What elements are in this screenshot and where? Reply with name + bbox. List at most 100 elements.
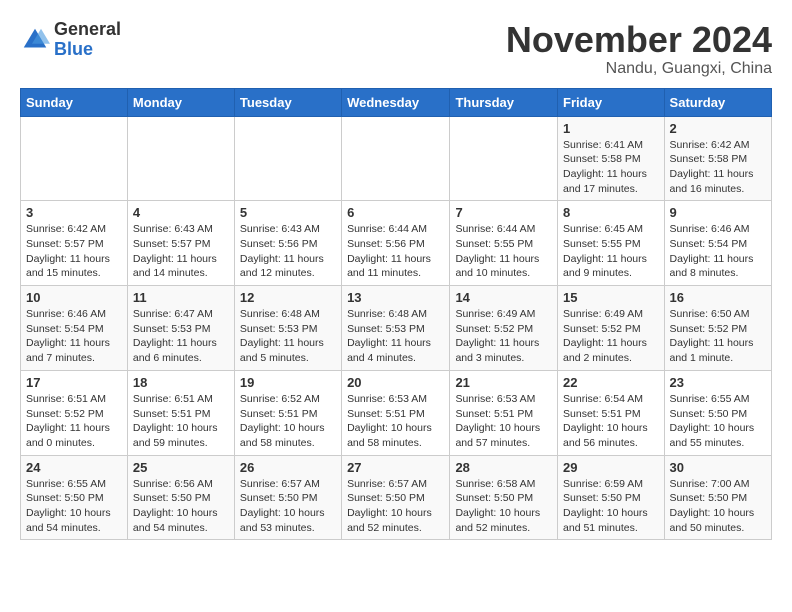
calendar-cell: 4Sunrise: 6:43 AM Sunset: 5:57 PM Daylig… (127, 201, 234, 286)
calendar-cell: 8 Sunrise: 6:45 AM Sunset: 5:55 PM Daylig… (558, 201, 665, 286)
day-info: Sunrise: 6:52 AM Sunset: 5:51 PM Dayligh… (240, 392, 336, 451)
day-number: 17 (26, 375, 122, 390)
day-info: Sunrise: 6:47 AM Sunset: 5:53 PM Dayligh… (133, 307, 229, 366)
calendar-cell (127, 116, 234, 201)
day-info: Sunrise: 6:44 AM Sunset: 5:56 PM Dayligh… (347, 222, 444, 281)
calendar-week-row: 1 Sunrise: 6:41 AM Sunset: 5:58 PM Daylig… (21, 116, 772, 201)
logo-blue: Blue (54, 39, 93, 59)
day-info: Sunrise: 6:55 AM Sunset: 5:50 PM Dayligh… (26, 477, 122, 536)
day-number: 20 (347, 375, 444, 390)
logo: General Blue (20, 20, 121, 60)
day-number: 3 (26, 205, 122, 220)
calendar-cell: 15 Sunrise: 6:49 AM Sunset: 5:52 PM Dayli… (558, 286, 665, 371)
day-info: Sunrise: 6:49 AM Sunset: 5:52 PM Dayligh… (455, 307, 552, 366)
logo-icon (20, 25, 50, 55)
day-info: Sunrise: 6:53 AM Sunset: 5:51 PM Dayligh… (347, 392, 444, 451)
day-number: 29 (563, 460, 659, 475)
day-number: 30 (670, 460, 766, 475)
day-info: Sunrise: 6:43 AM Sunset: 5:56 PM Dayligh… (240, 222, 336, 281)
day-number: 4 (133, 205, 229, 220)
logo-general: General (54, 19, 121, 39)
day-of-week-header: Wednesday (342, 88, 450, 116)
day-number: 11 (133, 290, 229, 305)
day-info: Sunrise: 6:42 AM Sunset: 5:57 PM Dayligh… (26, 222, 122, 281)
calendar-cell: 18 Sunrise: 6:51 AM Sunset: 5:51 PM Dayli… (127, 370, 234, 455)
day-number: 12 (240, 290, 336, 305)
calendar-cell: 10Sunrise: 6:46 AM Sunset: 5:54 PM Dayli… (21, 286, 128, 371)
day-number: 18 (133, 375, 229, 390)
day-info: Sunrise: 6:51 AM Sunset: 5:52 PM Dayligh… (26, 392, 122, 451)
day-info: Sunrise: 6:46 AM Sunset: 5:54 PM Dayligh… (26, 307, 122, 366)
day-info: Sunrise: 6:48 AM Sunset: 5:53 PM Dayligh… (240, 307, 336, 366)
day-info: Sunrise: 6:57 AM Sunset: 5:50 PM Dayligh… (347, 477, 444, 536)
day-number: 14 (455, 290, 552, 305)
day-info: Sunrise: 6:45 AM Sunset: 5:55 PM Dayligh… (563, 222, 659, 281)
day-number: 2 (670, 121, 766, 136)
day-number: 6 (347, 205, 444, 220)
day-number: 27 (347, 460, 444, 475)
day-info: Sunrise: 7:00 AM Sunset: 5:50 PM Dayligh… (670, 477, 766, 536)
day-of-week-header: Saturday (664, 88, 771, 116)
day-info: Sunrise: 6:56 AM Sunset: 5:50 PM Dayligh… (133, 477, 229, 536)
calendar-cell: 22 Sunrise: 6:54 AM Sunset: 5:51 PM Dayli… (558, 370, 665, 455)
location: Nandu, Guangxi, China (506, 60, 772, 78)
day-number: 25 (133, 460, 229, 475)
calendar-cell: 27 Sunrise: 6:57 AM Sunset: 5:50 PM Dayli… (342, 455, 450, 540)
month-title: November 2024 (506, 20, 772, 60)
day-info: Sunrise: 6:49 AM Sunset: 5:52 PM Dayligh… (563, 307, 659, 366)
calendar-cell (234, 116, 341, 201)
calendar-cell: 21 Sunrise: 6:53 AM Sunset: 5:51 PM Dayli… (450, 370, 558, 455)
day-number: 8 (563, 205, 659, 220)
calendar-cell (21, 116, 128, 201)
day-number: 13 (347, 290, 444, 305)
day-info: Sunrise: 6:53 AM Sunset: 5:51 PM Dayligh… (455, 392, 552, 451)
day-number: 19 (240, 375, 336, 390)
calendar-cell: 12 Sunrise: 6:48 AM Sunset: 5:53 PM Dayli… (234, 286, 341, 371)
calendar-cell: 24 Sunrise: 6:55 AM Sunset: 5:50 PM Dayli… (21, 455, 128, 540)
calendar-cell: 23 Sunrise: 6:55 AM Sunset: 5:50 PM Dayli… (664, 370, 771, 455)
day-info: Sunrise: 6:50 AM Sunset: 5:52 PM Dayligh… (670, 307, 766, 366)
day-info: Sunrise: 6:51 AM Sunset: 5:51 PM Dayligh… (133, 392, 229, 451)
calendar-cell: 30 Sunrise: 7:00 AM Sunset: 5:50 PM Dayli… (664, 455, 771, 540)
day-info: Sunrise: 6:42 AM Sunset: 5:58 PM Dayligh… (670, 138, 766, 197)
calendar-cell: 19 Sunrise: 6:52 AM Sunset: 5:51 PM Dayli… (234, 370, 341, 455)
day-number: 21 (455, 375, 552, 390)
day-info: Sunrise: 6:46 AM Sunset: 5:54 PM Dayligh… (670, 222, 766, 281)
calendar-cell: 13Sunrise: 6:48 AM Sunset: 5:53 PM Dayli… (342, 286, 450, 371)
day-number: 23 (670, 375, 766, 390)
day-of-week-header: Friday (558, 88, 665, 116)
day-of-week-header: Sunday (21, 88, 128, 116)
day-info: Sunrise: 6:57 AM Sunset: 5:50 PM Dayligh… (240, 477, 336, 536)
calendar-table: SundayMondayTuesdayWednesdayThursdayFrid… (20, 88, 772, 541)
day-info: Sunrise: 6:54 AM Sunset: 5:51 PM Dayligh… (563, 392, 659, 451)
calendar-cell: 2 Sunrise: 6:42 AM Sunset: 5:58 PM Daylig… (664, 116, 771, 201)
day-info: Sunrise: 6:41 AM Sunset: 5:58 PM Dayligh… (563, 138, 659, 197)
day-number: 24 (26, 460, 122, 475)
calendar-cell: 17 Sunrise: 6:51 AM Sunset: 5:52 PM Dayli… (21, 370, 128, 455)
day-info: Sunrise: 6:59 AM Sunset: 5:50 PM Dayligh… (563, 477, 659, 536)
calendar-cell: 7 Sunrise: 6:44 AM Sunset: 5:55 PM Daylig… (450, 201, 558, 286)
day-number: 22 (563, 375, 659, 390)
calendar-cell: 9Sunrise: 6:46 AM Sunset: 5:54 PM Daylig… (664, 201, 771, 286)
logo-text: General Blue (54, 20, 121, 60)
calendar-cell: 3 Sunrise: 6:42 AM Sunset: 5:57 PM Daylig… (21, 201, 128, 286)
calendar-header-row: SundayMondayTuesdayWednesdayThursdayFrid… (21, 88, 772, 116)
page-header: General Blue November 2024 Nandu, Guangx… (20, 20, 772, 78)
calendar-week-row: 10Sunrise: 6:46 AM Sunset: 5:54 PM Dayli… (21, 286, 772, 371)
title-area: November 2024 Nandu, Guangxi, China (506, 20, 772, 78)
day-number: 7 (455, 205, 552, 220)
calendar-cell: 25 Sunrise: 6:56 AM Sunset: 5:50 PM Dayli… (127, 455, 234, 540)
day-number: 15 (563, 290, 659, 305)
day-info: Sunrise: 6:55 AM Sunset: 5:50 PM Dayligh… (670, 392, 766, 451)
day-number: 1 (563, 121, 659, 136)
calendar-cell (342, 116, 450, 201)
calendar-cell: 16 Sunrise: 6:50 AM Sunset: 5:52 PM Dayli… (664, 286, 771, 371)
day-of-week-header: Thursday (450, 88, 558, 116)
calendar-week-row: 17 Sunrise: 6:51 AM Sunset: 5:52 PM Dayli… (21, 370, 772, 455)
calendar-cell: 14 Sunrise: 6:49 AM Sunset: 5:52 PM Dayli… (450, 286, 558, 371)
day-number: 16 (670, 290, 766, 305)
calendar-cell: 6 Sunrise: 6:44 AM Sunset: 5:56 PM Daylig… (342, 201, 450, 286)
day-info: Sunrise: 6:44 AM Sunset: 5:55 PM Dayligh… (455, 222, 552, 281)
day-number: 5 (240, 205, 336, 220)
day-info: Sunrise: 6:58 AM Sunset: 5:50 PM Dayligh… (455, 477, 552, 536)
